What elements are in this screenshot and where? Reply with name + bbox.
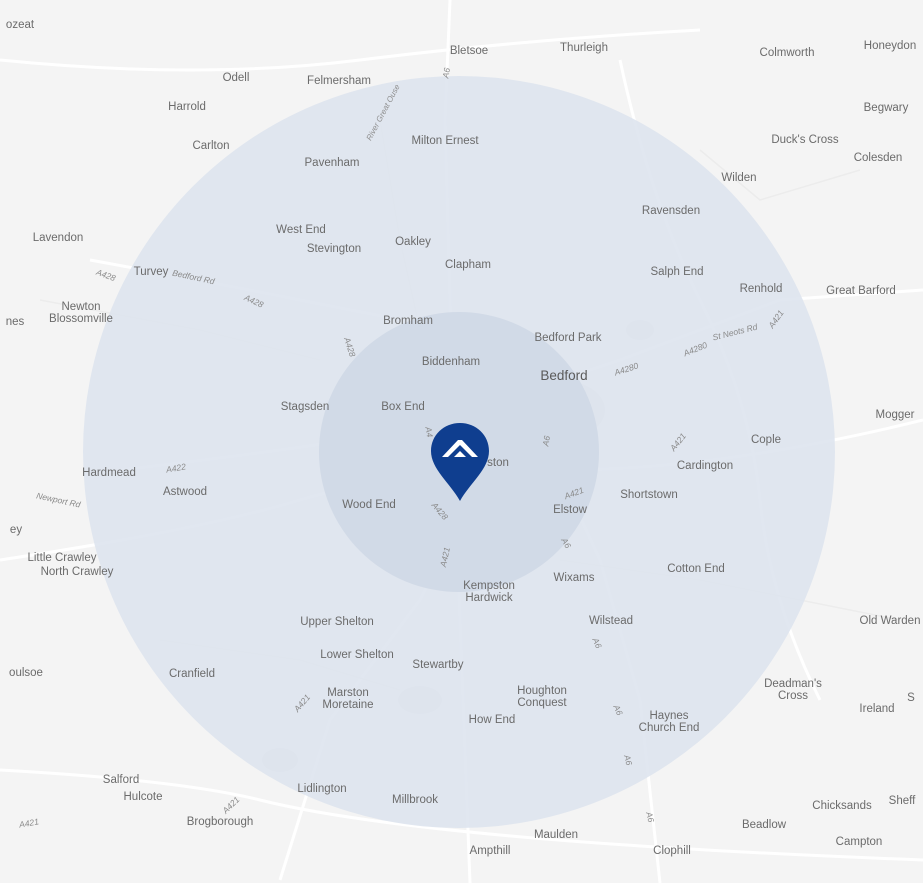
place-label-old-warden: Old Warden [859,615,921,627]
place-label-nes: nes [5,316,25,328]
place-label-ireland: Ireland [859,703,895,715]
location-pin[interactable] [428,421,492,503]
place-label-beadlow: Beadlow [741,819,787,831]
place-label-newton-blossomville: Newton Blossomville [49,301,113,325]
place-label-shortstown: Shortstown [620,489,678,501]
place-label-campton: Campton [835,836,883,848]
place-label-great-barford: Great Barford [826,285,896,297]
place-label-houghton-conquest: Houghton Conquest [517,685,567,709]
place-label-deadmans-cross: Deadman's Cross [764,678,822,702]
place-label-how-end: How End [468,714,516,726]
place-label-millbrook: Millbrook [391,794,439,806]
place-label-cople: Cople [750,434,782,446]
place-label-ampthill: Ampthill [469,845,511,857]
place-label-bedford-park: Bedford Park [534,332,602,344]
place-label-lower-shelton: Lower Shelton [320,649,394,661]
place-label-cotton-end: Cotton End [667,563,725,575]
map-canvas[interactable]: ozeat Bletsoe Thurleigh Colmworth Honeyd… [0,0,923,883]
place-label-pavenham: Pavenham [304,157,360,169]
place-label-renhold: Renhold [739,283,783,295]
place-label-harrold: Harrold [168,101,206,113]
place-label-biddenham: Biddenham [421,356,481,368]
place-label-shefford: Sheff [888,795,916,807]
place-label-hardmead: Hardmead [82,467,136,479]
place-label-box-end: Box End [381,401,425,413]
place-label-haynes-church-end: Haynes Church End [638,710,700,734]
place-label-stagsden: Stagsden [280,401,330,413]
place-label-ravensden: Ravensden [641,205,701,217]
place-label-stevington: Stevington [306,243,362,255]
place-label-wood-end: Wood End [342,499,396,511]
place-label-turvey: Turvey [133,266,169,278]
place-label-elstow: Elstow [553,504,587,516]
place-label-brogborough: Brogborough [186,816,254,828]
place-label-upper-shelton: Upper Shelton [300,616,374,628]
place-label-salford: Salford [102,774,140,786]
place-label-lidlington: Lidlington [297,783,347,795]
place-label-colmworth: Colmworth [759,47,815,59]
place-label-bletsoe: Bletsoe [449,45,489,57]
place-label-bedford: Bedford [540,368,588,383]
place-label-mogger: Mogger [875,409,915,421]
place-label-marston-moretaine: Marston Moretaine [322,687,374,711]
place-label-bozeat: ozeat [5,19,35,31]
place-label-colesden: Colesden [853,152,903,164]
place-label-stewartby: Stewartby [412,659,464,671]
place-label-kempston-hardwick: Kempston Hardwick [463,580,515,604]
place-label-honeydon: Honeydon [863,40,917,52]
location-pin-marker [431,423,489,501]
road-label-a6-bletsoe: A6 [440,67,453,79]
place-label-odell: Odell [222,72,250,84]
place-label-astwood: Astwood [162,486,208,498]
road-label-a6-bedford: A6 [540,435,553,447]
place-label-wixams: Wixams [553,572,595,584]
place-label-thurleigh: Thurleigh [560,42,608,54]
place-label-wilden: Wilden [721,172,757,184]
place-label-ey: ey [9,524,23,536]
place-label-ducks-cross: Duck's Cross [771,134,839,146]
place-label-bromham: Bromham [383,315,433,327]
place-label-west-end: West End [276,224,326,236]
place-label-clophill: Clophill [653,845,691,857]
place-label-felmersham: Felmersham [307,75,371,87]
place-label-begwary: Begwary [863,102,909,114]
place-label-maulden: Maulden [533,829,579,841]
place-label-cardington: Cardington [676,460,734,472]
place-label-chicksands: Chicksands [812,800,872,812]
place-label-wilstead: Wilstead [588,615,634,627]
place-label-north-crawley: North Crawley [40,566,114,578]
place-label-cranfield: Cranfield [168,668,216,680]
place-label-moulsoe: oulsoe [9,667,43,679]
place-label-carlton: Carlton [192,140,230,152]
place-label-little-crawley: Little Crawley [27,552,97,564]
place-label-lavendon: Lavendon [32,232,84,244]
place-label-s-edge: S [907,692,915,704]
place-label-hulcote: Hulcote [123,791,163,803]
place-label-salph-end: Salph End [650,266,704,278]
place-label-oakley: Oakley [395,236,431,248]
place-label-clapham: Clapham [444,259,492,271]
place-label-milton-ernest: Milton Ernest [411,135,479,147]
